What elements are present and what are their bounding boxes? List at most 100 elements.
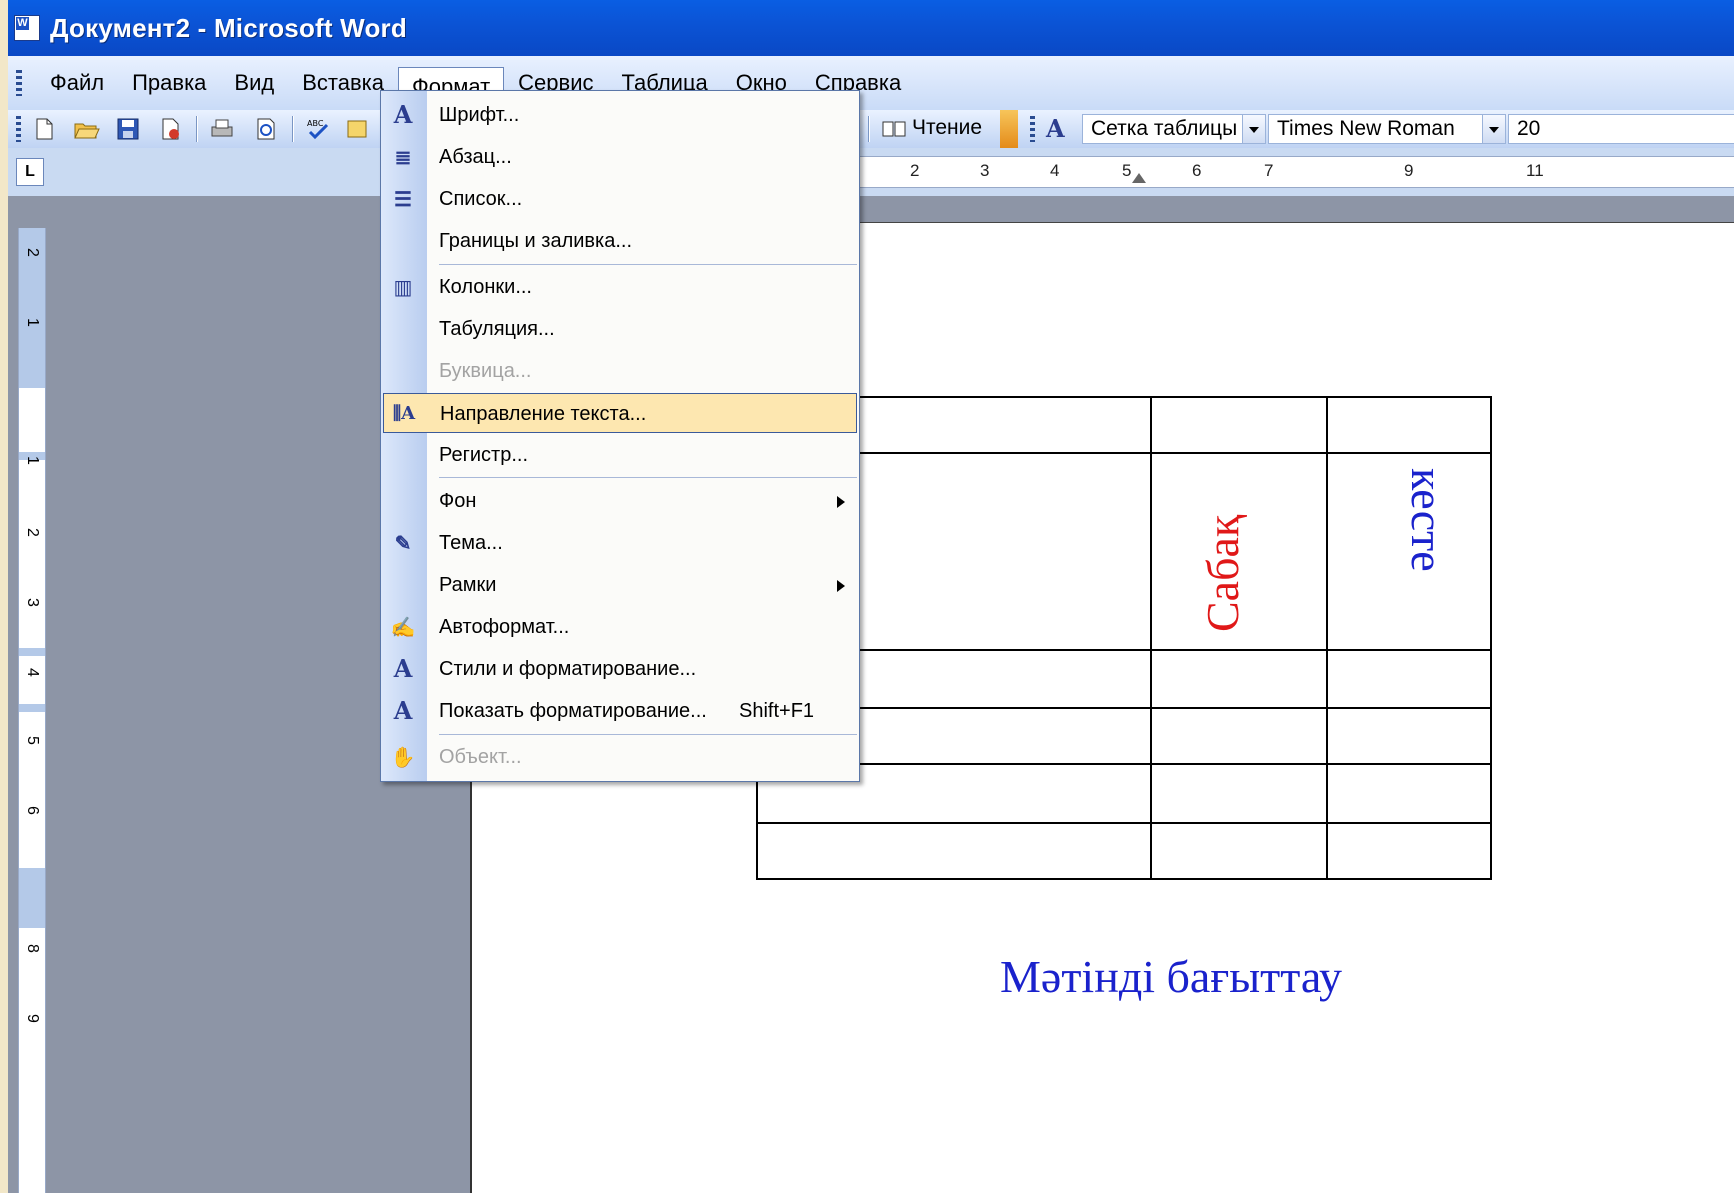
submenu-arrow-icon [837, 496, 845, 508]
menu-item-frames[interactable]: Рамки [381, 565, 859, 605]
ruler-row: L 2 3 4 5 6 7 9 11 [8, 148, 1734, 196]
new-document-icon[interactable] [30, 116, 58, 142]
menu-item-label: Буквица... [439, 360, 532, 382]
vertical-text-blue: кесте [1402, 468, 1453, 572]
table-cell[interactable] [1326, 649, 1492, 710]
vruler-mark: 3 [24, 598, 41, 607]
reveal-formatting-icon: A [393, 696, 413, 725]
ruler-mark: 7 [1264, 161, 1274, 180]
menu-item-paragraph[interactable]: ≣ Абзац... [381, 137, 859, 177]
table-cell[interactable] [1150, 395, 1328, 455]
styles-icon: A [393, 654, 413, 683]
paragraph-icon: ≣ [394, 145, 412, 169]
menu-item-autoformat[interactable]: ✍ Автоформат... [381, 607, 859, 647]
formatting-toolbar-grip-icon[interactable] [1030, 116, 1035, 142]
menu-item-label: Автоформат... [439, 616, 570, 638]
menu-item-reveal-formatting[interactable]: A Показать форматирование... Shift+F1 [381, 691, 859, 731]
print-icon[interactable] [208, 116, 236, 142]
table-cell[interactable]: кесте [1326, 452, 1492, 652]
tab-selector-icon[interactable]: L [16, 158, 44, 186]
menu-item-label: Показать форматирование... [439, 700, 707, 722]
table-cell[interactable] [1150, 763, 1328, 824]
spelling-icon[interactable]: ABC [304, 116, 332, 142]
vertical-ruler[interactable]: 2 1 1 2 3 4 5 6 8 9 [18, 228, 46, 1193]
save-icon[interactable] [114, 116, 142, 142]
style-select-value: Сетка таблицы [1091, 117, 1238, 140]
menu-item-label: Шрифт... [439, 104, 520, 126]
table-cell[interactable] [1326, 395, 1492, 455]
menubar-grip-icon[interactable] [16, 70, 22, 96]
vruler-mark: 8 [24, 944, 41, 953]
list-icon: ☰ [394, 187, 412, 211]
standard-toolbar: ABC Чтение A Сетка таблицы Times New Rom… [8, 110, 1734, 148]
research-icon[interactable] [344, 116, 372, 142]
menu-item-tabs[interactable]: Табуляция... [381, 309, 859, 349]
menu-item-label: Абзац... [439, 146, 512, 168]
indent-marker-icon[interactable] [1132, 173, 1146, 183]
vruler-mark: 4 [24, 668, 41, 677]
ruler-mark: 5 [1122, 161, 1132, 180]
ruler-mark: 3 [980, 161, 990, 180]
reading-button-label[interactable]: Чтение [912, 116, 982, 140]
toolbar-separator [292, 116, 293, 142]
menu-view[interactable]: Вид [220, 64, 288, 102]
font-icon: A [393, 100, 413, 129]
style-select[interactable]: Сетка таблицы [1082, 114, 1266, 144]
toolbar-grip-icon[interactable] [16, 116, 21, 142]
styles-pane-icon[interactable]: A [1046, 114, 1065, 143]
menu-edit[interactable]: Правка [118, 64, 220, 102]
horizontal-ruler[interactable]: 2 3 4 5 6 7 9 11 [860, 156, 1734, 188]
font-select[interactable]: Times New Roman [1268, 114, 1506, 144]
permission-icon[interactable] [156, 116, 184, 142]
menu-item-label: Список... [439, 188, 523, 210]
menu-item-text-direction[interactable]: ⫼A Направление текста... [383, 393, 857, 433]
chevron-down-icon[interactable] [1242, 115, 1265, 143]
menu-item-label: Регистр... [439, 444, 529, 466]
table-cell[interactable] [1150, 821, 1328, 881]
vruler-mark: 9 [24, 1014, 41, 1023]
table-cell[interactable]: Сабақ [1150, 452, 1328, 652]
menu-item-case[interactable]: Регистр... [381, 435, 859, 475]
chevron-down-icon[interactable] [1482, 115, 1505, 143]
word-app-icon [14, 15, 40, 41]
menu-item-background[interactable]: Фон [381, 481, 859, 521]
ruler-mark: 9 [1404, 161, 1414, 180]
table-cell[interactable] [1326, 763, 1492, 824]
table-cell[interactable] [1150, 707, 1328, 766]
title-bar: Документ2 - Microsoft Word [8, 0, 1734, 56]
font-select-value: Times New Roman [1277, 117, 1455, 140]
menu-item-shortcut: Shift+F1 [739, 700, 815, 722]
menu-item-label: Направление текста... [440, 403, 647, 425]
table-cell[interactable] [1326, 821, 1492, 881]
menu-item-label: Границы и заливка... [439, 230, 633, 252]
table-cell[interactable] [1326, 707, 1492, 766]
menu-item-styles[interactable]: A Стили и форматирование... [381, 649, 859, 689]
menu-item-theme[interactable]: ✎ Тема... [381, 523, 859, 563]
ruler-mark: 4 [1050, 161, 1060, 180]
toolbar-options-icon[interactable] [1000, 110, 1018, 148]
menu-item-font[interactable]: A Шрифт... [381, 95, 859, 135]
vruler-mark: 2 [24, 248, 41, 257]
table-cell[interactable] [1150, 649, 1328, 710]
print-preview-icon[interactable] [252, 116, 280, 142]
menu-separator [439, 477, 857, 478]
menu-item-columns[interactable]: ▥ Колонки... [381, 267, 859, 307]
menu-item-label: Рамки [439, 574, 497, 596]
reading-layout-icon[interactable] [880, 116, 908, 142]
toolbar-separator [196, 116, 197, 142]
menu-item-label: Фон [439, 490, 477, 512]
autoformat-icon: ✍ [390, 615, 416, 639]
table-cell[interactable] [756, 821, 1152, 881]
menu-item-borders[interactable]: Границы и заливка... [381, 221, 859, 261]
vruler-mark: 1 [24, 318, 41, 327]
menu-item-list[interactable]: ☰ Список... [381, 179, 859, 219]
menu-file[interactable]: Файл [36, 64, 118, 102]
open-folder-icon[interactable] [72, 116, 100, 142]
text-direction-icon: ⫼A [392, 403, 416, 424]
menu-item-label: Колонки... [439, 276, 532, 298]
menu-item-label: Объект... [439, 746, 522, 768]
ruler-mark: 11 [1526, 161, 1544, 180]
font-size-select[interactable]: 20 [1508, 114, 1734, 144]
submenu-arrow-icon [837, 580, 845, 592]
document-table[interactable]: Сабақ кесте [756, 395, 1492, 881]
